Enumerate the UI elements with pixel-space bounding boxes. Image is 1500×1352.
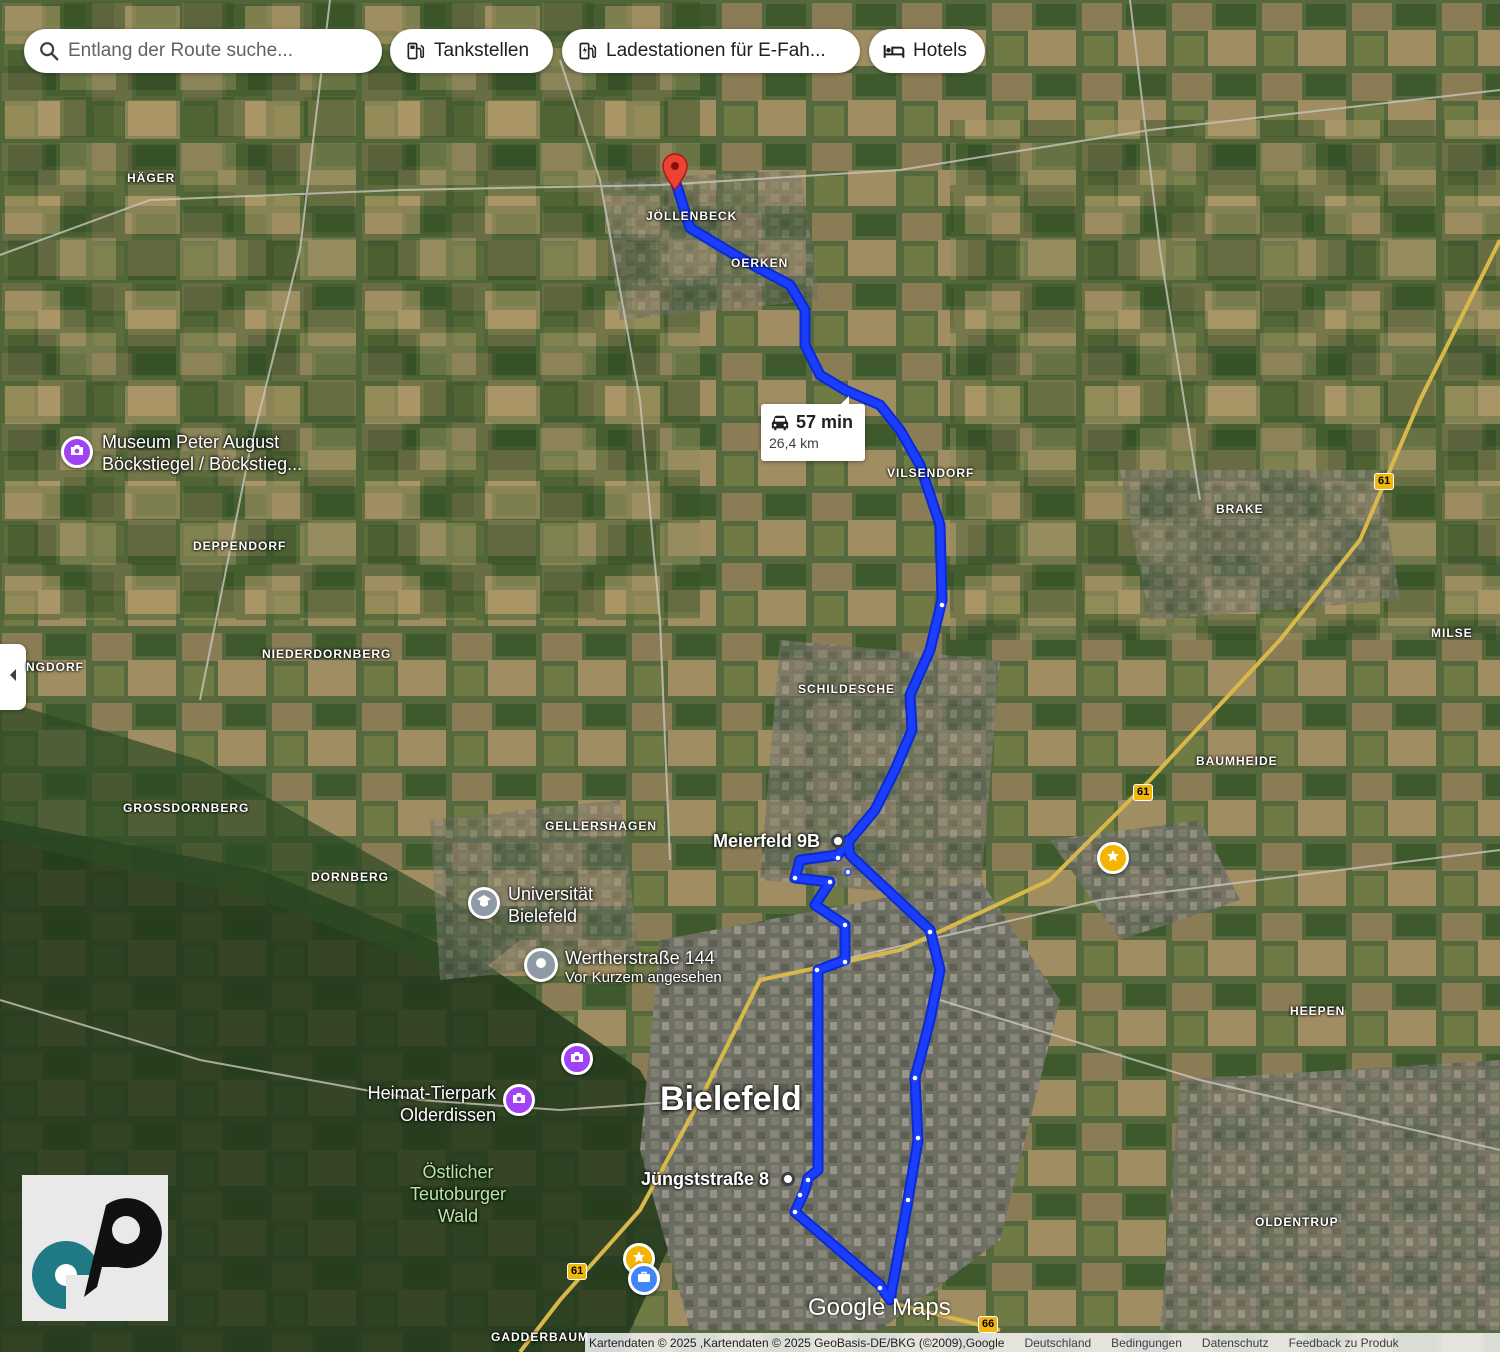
recent-location-name: Wertherstraße 144 [565,948,715,968]
district-label: VILSENDORF [887,466,975,480]
district-label: MILSE [1431,626,1473,640]
route-duration: 57 min [796,412,854,432]
attraction-poi-pin[interactable] [561,1043,593,1075]
route-search-input[interactable] [68,40,368,62]
forest-area-label: Östlicher Teutoburger Wald [396,1161,520,1227]
privacy-link[interactable]: Datenschutz [1192,1336,1279,1350]
museum-poi-pin[interactable] [61,436,93,468]
ev-charging-label: Ladestationen für E-Fah... [606,40,826,61]
stop-label-jungst[interactable]: Jüngststraße 8 [641,1168,769,1190]
location-pin-icon [535,956,547,974]
map-footer: Kartendaten © 2025 ,Kartendaten © 2025 G… [585,1333,1500,1352]
school-icon [476,894,492,913]
stop-marker-jungst[interactable] [781,1172,795,1186]
stop-label-meierfeld[interactable]: Meierfeld 9B [713,830,820,852]
country-link[interactable]: Deutschland [1014,1336,1101,1350]
chevron-left-icon [8,668,18,687]
ev-charger-icon [576,40,598,62]
district-label: NGDORF [26,660,84,674]
district-label: GADDERBAUM [491,1330,589,1344]
tierpark-name-line2: Olderdissen [399,1105,496,1125]
museum-poi-label[interactable]: Museum Peter August Böckstiegel / Böckst… [102,431,302,475]
business-poi-pin[interactable] [628,1263,660,1295]
highway-shield: 61 [1133,784,1154,801]
recent-location-note: Vor Kurzem angesehen [565,969,722,986]
district-label: GELLERSHAGEN [545,819,658,833]
forest-line1: Östlicher [422,1162,494,1182]
route-info-box[interactable]: 57 min 26,4 km [761,396,865,461]
tierpark-poi-label[interactable]: Heimat-Tierpark Olderdissen [356,1082,496,1126]
hotels-chip[interactable]: Hotels [869,29,985,73]
district-label: GROSSDORNBERG [123,801,250,815]
tierpark-poi-pin[interactable] [503,1084,535,1116]
recent-location-pin[interactable] [524,948,558,982]
district-label: OERKEN [731,256,789,270]
collapse-panel-button[interactable] [0,644,26,710]
star-icon [1106,849,1120,868]
map-attribution: Kartendaten © 2025 ,Kartendaten © 2025 G… [589,1335,1005,1350]
ev-charging-chip[interactable]: Ladestationen für E-Fah... [562,29,860,73]
route-search-field[interactable] [24,29,382,73]
briefcase-icon [637,1270,651,1288]
district-label: DORNBERG [311,870,390,884]
university-poi-label[interactable]: Universität Bielefeld [508,883,593,927]
hotels-label: Hotels [913,40,967,61]
search-icon [38,40,60,62]
car-icon [769,414,791,432]
google-maps-logo: Google Maps [808,1294,951,1321]
overlay-logo [22,1175,168,1321]
bed-icon [883,40,905,62]
district-label: NIEDERDORNBERG [262,647,392,661]
university-poi-pin[interactable] [468,887,500,919]
district-label: DEPPENDORF [193,539,287,553]
feedback-link[interactable]: Feedback zu Produk [1279,1336,1409,1350]
university-name-line2: Bielefeld [508,906,578,926]
terms-link[interactable]: Bedingungen [1101,1336,1192,1350]
tierpark-name-line1: Heimat-Tierpark [367,1083,496,1103]
forest-line3: Wald [437,1206,479,1226]
district-label: JÖLLENBECK [646,209,738,223]
gas-stations-chip[interactable]: Tankstellen [390,29,553,73]
university-name-line1: Universität [508,884,594,904]
district-label: BAUMHEIDE [1196,754,1278,768]
forest-line2: Teutoburger [409,1184,507,1204]
museum-name-line2: Böckstiegel / Böckstieg... [102,454,303,474]
museum-name-line1: Museum Peter August [102,432,280,452]
recent-location-label[interactable]: Wertherstraße 144 Vor Kurzem angesehen [565,947,722,987]
camera-icon [512,1091,526,1109]
camera-icon [570,1050,584,1068]
highlight-poi-pin[interactable] [1097,842,1129,874]
satellite-map[interactable] [0,0,1500,1352]
stop-marker-meierfeld[interactable] [831,834,845,848]
city-label: Bielefeld [660,1080,802,1118]
district-label: HÄGER [127,171,176,185]
highway-shield: 61 [1374,473,1395,490]
camera-icon [70,443,84,461]
district-label: SCHILDESCHE [798,682,896,696]
highway-shield: 61 [567,1263,588,1280]
gas-stations-label: Tankstellen [434,40,530,61]
district-label: OLDENTRUP [1255,1215,1339,1229]
district-label: HEEPEN [1290,1004,1346,1018]
gas-pump-icon [404,40,426,62]
highway-shield: 66 [978,1316,999,1333]
district-label: BRAKE [1216,502,1264,516]
route-distance: 26,4 km [769,435,819,451]
